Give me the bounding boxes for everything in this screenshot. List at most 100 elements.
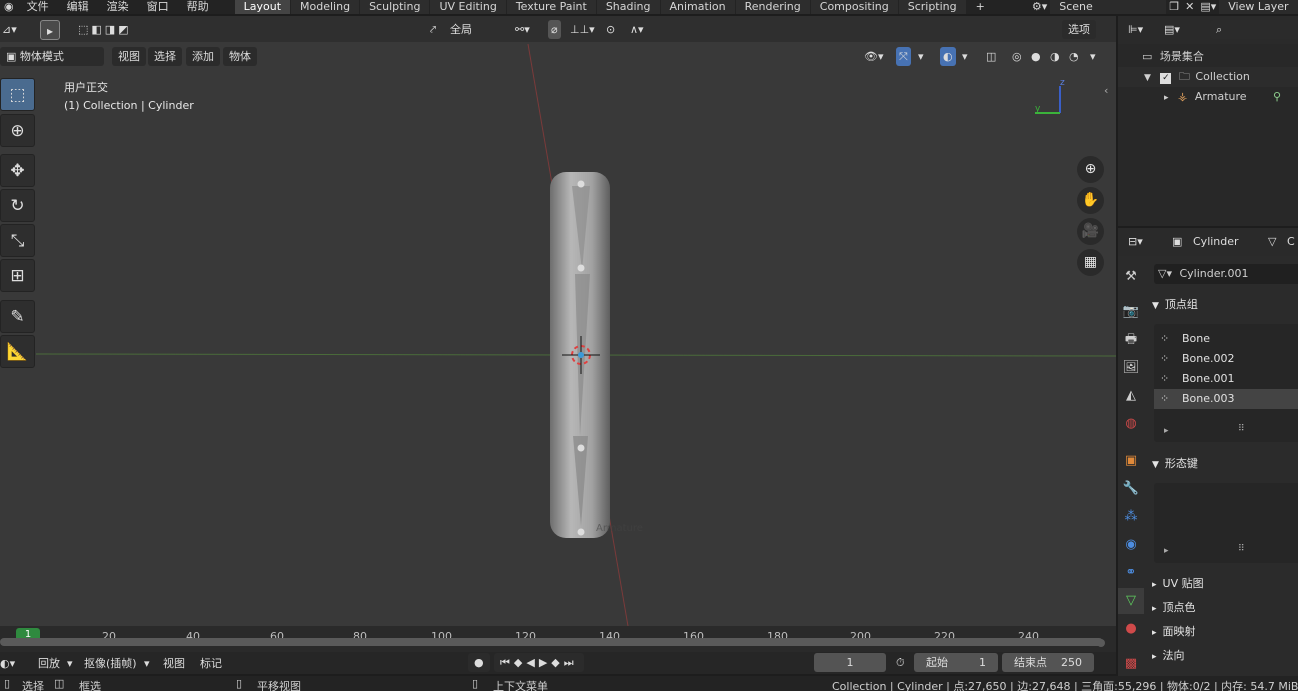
material-tab-icon[interactable]: ● <box>1118 616 1144 642</box>
record-button[interactable]: ● <box>468 653 490 672</box>
list-resize-handle-icon[interactable]: ⠿ <box>1238 424 1245 434</box>
tab-layout[interactable]: Layout <box>234 0 291 14</box>
expand-arrow-icon: ▸ <box>1152 604 1157 614</box>
gizmo-y-label[interactable]: y <box>1035 104 1040 114</box>
grid-view-icon[interactable]: ▦ <box>1077 249 1104 276</box>
pan-hand-icon[interactable]: ✋ <box>1077 187 1104 214</box>
add-workspace-button[interactable]: + <box>967 0 994 14</box>
editor-type-icon[interactable]: ◐▾ <box>0 654 15 673</box>
view-layer-tab-icon[interactable]: 🖼 <box>1118 355 1144 381</box>
texture-tab-icon[interactable]: ▩ <box>1118 651 1144 677</box>
tab-shading[interactable]: Shading <box>596 0 660 14</box>
mesh-icon: ▽▾ <box>1158 267 1172 280</box>
particles-tab-icon[interactable]: ⁂ <box>1118 504 1144 530</box>
object-tab-icon[interactable]: ▣ <box>1118 448 1144 474</box>
playback-menu[interactable]: 回放 <box>38 654 60 673</box>
armature-label: Armature <box>1194 90 1247 103</box>
scene-statistics: Collection | Cylinder | 点:27,650 | 边:27,… <box>832 680 1298 691</box>
scrollbar-end-dot[interactable] <box>1097 639 1105 647</box>
expand-arrow-icon: ▸ <box>1152 628 1157 638</box>
list-expand-icon[interactable]: ▸ <box>1164 546 1169 556</box>
current-frame-field[interactable]: 1 <box>814 653 886 672</box>
tab-sculpting[interactable]: Sculpting <box>360 0 430 14</box>
armature-data-icon[interactable]: ⚲ <box>1273 87 1281 107</box>
marker-menu[interactable]: 标记 <box>200 654 222 673</box>
tab-animation[interactable]: Animation <box>660 0 735 14</box>
properties-editor-type-icon[interactable]: ⊟▾ <box>1128 232 1143 251</box>
world-tab-icon[interactable]: ◍ <box>1118 411 1144 437</box>
render-tab-icon[interactable]: 📷 <box>1118 299 1144 325</box>
bone-joint <box>577 444 585 452</box>
scene-tab-icon[interactable]: ◭ <box>1118 383 1144 409</box>
display-mode-icon[interactable]: ▤▾ <box>1164 20 1180 39</box>
scene-selector[interactable]: Scene <box>1050 0 1167 14</box>
status-select: 选择 <box>22 680 44 691</box>
collection-row[interactable]: ▼ ✓ 🗀 Collection <box>1118 67 1298 87</box>
tab-rendering[interactable]: Rendering <box>735 0 810 14</box>
menu-render[interactable]: 渲染 <box>98 0 138 14</box>
blender-logo-icon[interactable]: ◉ <box>0 0 18 14</box>
vertex-group-icon: ⁘ <box>1160 332 1170 345</box>
outliner-panel: ⊫▾ ▤▾ ⌕ ▭ 场景集合 ▼ ✓ 🗀 Collection ▸ ⚶ Arma… <box>1118 16 1298 226</box>
output-tab-icon[interactable]: 🖶 <box>1118 327 1144 353</box>
normals-header[interactable]: ▸ 法向 <box>1152 645 1298 667</box>
menu-window[interactable]: 窗口 <box>138 0 178 14</box>
vertex-colors-title: 顶点色 <box>1162 601 1196 614</box>
breadcrumb-object[interactable]: Cylinder <box>1193 232 1239 251</box>
face-maps-header[interactable]: ▸ 面映射 <box>1152 621 1298 643</box>
menu-edit[interactable]: 编辑 <box>58 0 98 14</box>
scene-collection-label: 场景集合 <box>1159 50 1204 63</box>
vertex-group-row-selected[interactable]: ⁘ Bone.003 <box>1154 389 1298 409</box>
end-frame-field[interactable]: 结束点 250 <box>1002 653 1094 672</box>
keying-menu-arrow-icon[interactable]: ▾ <box>144 654 150 673</box>
scene-icon[interactable]: ⚙▾ <box>1029 0 1050 14</box>
tab-texture-paint[interactable]: Texture Paint <box>506 0 596 14</box>
close-scene-icon[interactable]: ✕ <box>1182 0 1197 14</box>
outliner-search-input[interactable]: ⌕ <box>1210 20 1298 39</box>
physics-tab-icon[interactable]: ◉ <box>1118 532 1144 558</box>
tab-uv-editing[interactable]: UV Editing <box>430 0 506 14</box>
view-layer-selector[interactable]: View Layer <box>1219 0 1298 14</box>
sidebar-collapse-icon[interactable]: ‹ <box>1104 84 1108 97</box>
collection-checkbox[interactable]: ✓ <box>1160 73 1172 84</box>
tab-modeling[interactable]: Modeling <box>291 0 360 14</box>
start-frame-field[interactable]: 起始 1 <box>914 653 998 672</box>
vertex-group-row[interactable]: ⁘ Bone.002 <box>1154 349 1298 369</box>
outliner-header: ⊫▾ ▤▾ ⌕ <box>1118 16 1298 44</box>
3d-viewport[interactable]: ⊿▾ ▸ ⬚◧◨◩ ⤤ 全局 ⚯▾ ⌀ ⊥⊥▾ ⊙ ∧▾ 选项 ▣ 物体模式 视… <box>0 16 1116 626</box>
mouse-middle-icon: ◫ <box>54 677 65 690</box>
vertex-colors-header[interactable]: ▸ 顶点色 <box>1152 597 1298 619</box>
tab-scripting[interactable]: Scripting <box>898 0 966 14</box>
vertex-groups-header[interactable]: ▼ 顶点组 <box>1152 294 1298 316</box>
copy-scene-icon[interactable]: ❐ <box>1166 0 1182 14</box>
expand-arrow-icon[interactable]: ▼ <box>1144 73 1151 83</box>
playback-menu-arrow-icon[interactable]: ▾ <box>67 654 73 673</box>
scene-collection-row[interactable]: ▭ 场景集合 <box>1118 47 1298 67</box>
gizmo-z-label[interactable]: z <box>1060 78 1065 88</box>
tool-tab-icon[interactable]: ⚒ <box>1118 264 1144 290</box>
shape-keys-header[interactable]: ▼ 形态键 <box>1152 453 1298 475</box>
armature-row[interactable]: ▸ ⚶ Armature ⚲ <box>1118 87 1298 107</box>
modifiers-tab-icon[interactable]: 🔧 <box>1118 476 1144 502</box>
menu-help[interactable]: 帮助 <box>178 0 218 14</box>
expand-arrow-icon[interactable]: ▸ <box>1164 93 1169 103</box>
timeline-scrollbar[interactable] <box>0 638 1103 646</box>
tab-compositing[interactable]: Compositing <box>810 0 898 14</box>
camera-icon[interactable]: 🎥 <box>1077 218 1104 245</box>
zoom-icon[interactable]: ⊕ <box>1077 156 1104 183</box>
constraints-tab-icon[interactable]: ⚭ <box>1118 560 1144 586</box>
list-resize-handle-icon[interactable]: ⠿ <box>1238 544 1245 554</box>
mesh-data-selector[interactable]: ▽▾ Cylinder.001 <box>1154 264 1298 284</box>
uv-maps-header[interactable]: ▸ UV 贴图 <box>1152 573 1298 595</box>
view-layer-icon[interactable]: ▤▾ <box>1197 0 1219 14</box>
vertex-group-row[interactable]: ⁘ Bone <box>1154 329 1298 349</box>
outliner-editor-type-icon[interactable]: ⊫▾ <box>1128 20 1143 39</box>
playback-controls[interactable]: ⏮◆◀▶◆⏭ <box>494 653 584 672</box>
view-menu[interactable]: 视图 <box>163 654 185 673</box>
menu-file[interactable]: 文件 <box>18 0 58 14</box>
mesh-data-tab-icon[interactable]: ▽ <box>1118 588 1144 614</box>
list-expand-icon[interactable]: ▸ <box>1164 426 1169 436</box>
keying-menu[interactable]: 抠像(插帧) <box>84 654 137 673</box>
stopwatch-icon[interactable]: ⏱ <box>896 653 905 672</box>
vertex-group-row[interactable]: ⁘ Bone.001 <box>1154 369 1298 389</box>
